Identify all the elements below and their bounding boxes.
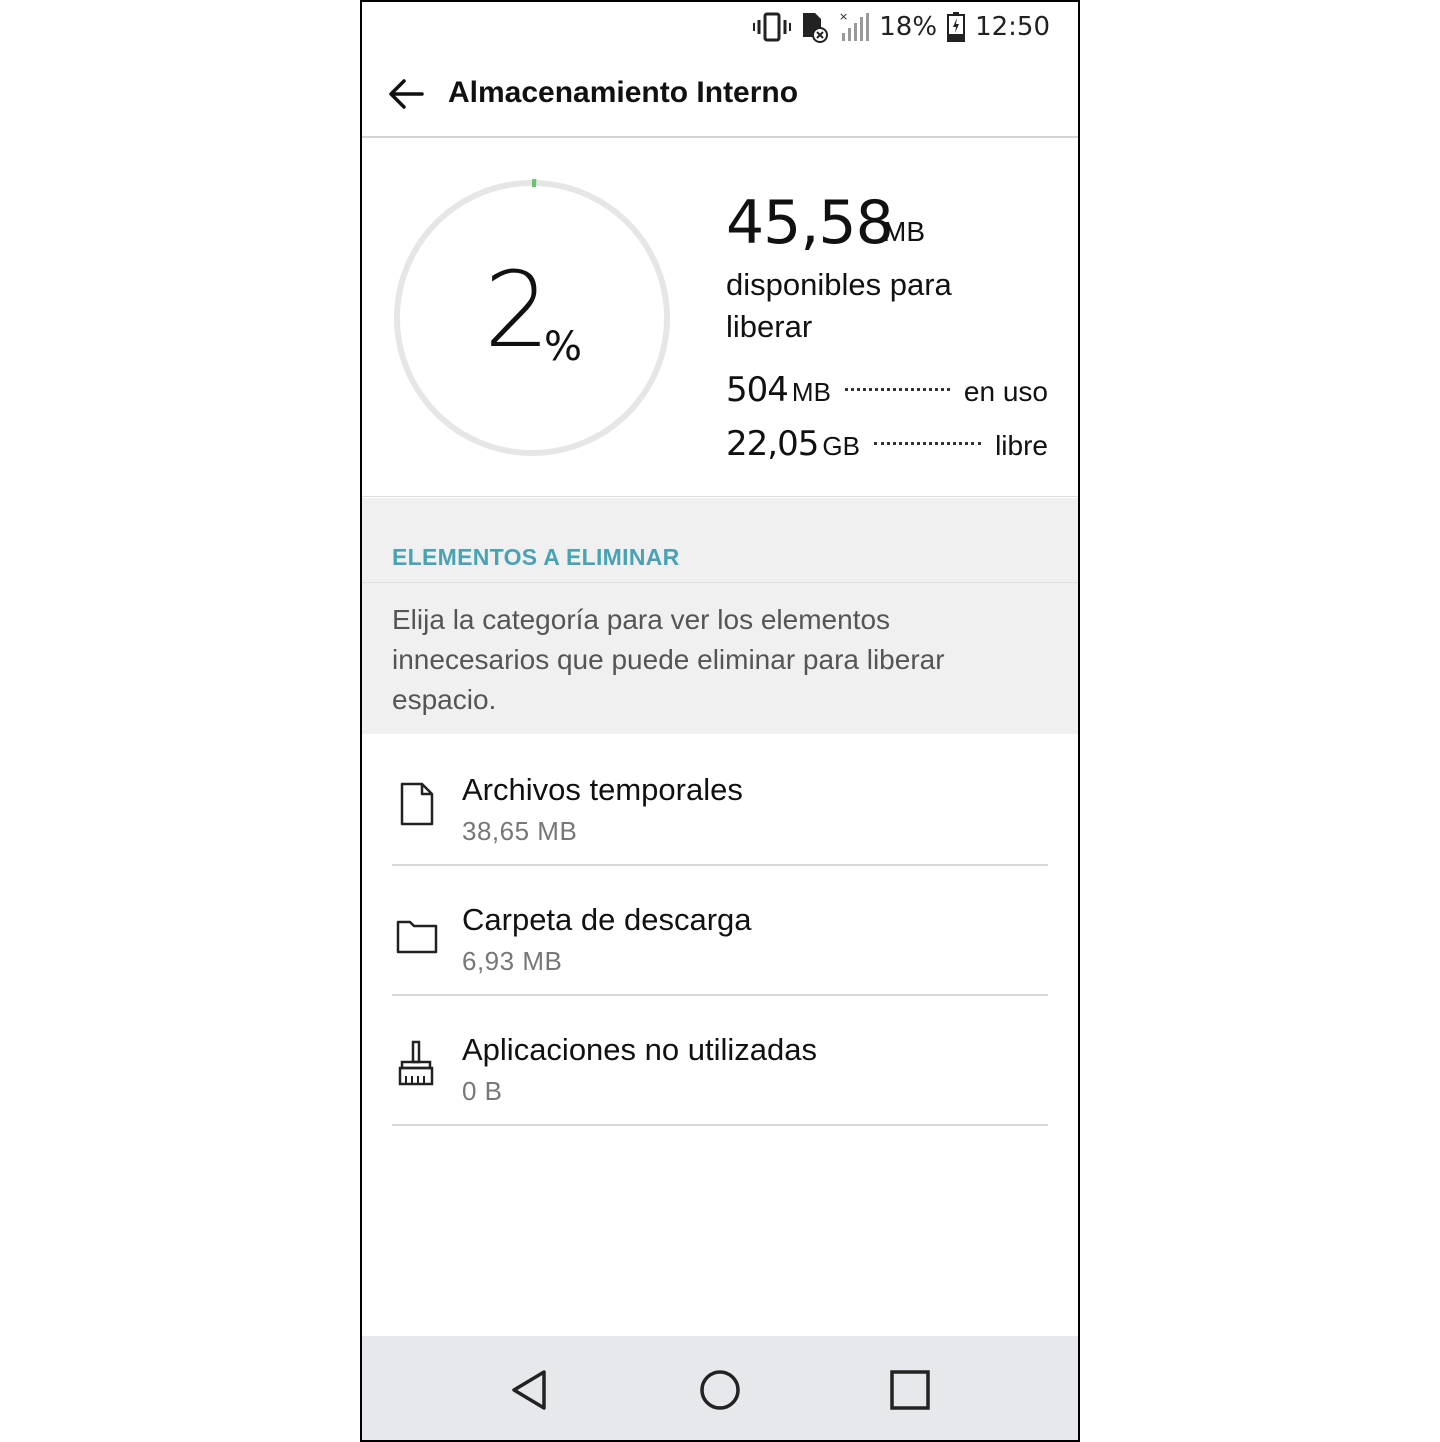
in-use-row: 504 MB en uso [726, 370, 1048, 410]
usage-percent-value: 2 [484, 249, 550, 371]
svg-text:×: × [839, 11, 848, 23]
storage-summary: 2 % 45,58 MB disponibles para liberar 50… [362, 138, 1078, 497]
in-use-label: en uso [963, 376, 1048, 407]
list-item-title: Archivos temporales [462, 772, 743, 807]
sim-error-icon [803, 13, 829, 43]
dotted-leader [873, 442, 982, 445]
items-to-delete-section: ELEMENTOS A ELIMINAR Elija la categoría … [362, 498, 1078, 734]
vibrate-icon [753, 12, 792, 42]
nav-back-icon[interactable] [506, 1366, 554, 1414]
navigation-bar [362, 1336, 1078, 1440]
nav-home-icon[interactable] [696, 1366, 744, 1414]
section-description: Elija la categoría para ver los elemento… [392, 604, 945, 715]
list-item-size: 6,93 MB [462, 946, 563, 976]
file-icon [400, 782, 434, 826]
phone-screen: × 18% 12:50 Almacenamiento Interno 2 % 4… [360, 0, 1080, 1442]
releasable-size-unit: MB [883, 216, 925, 247]
divider [362, 582, 1078, 583]
broom-icon [398, 1040, 434, 1086]
list-item-title: Carpeta de descarga [462, 902, 752, 937]
free-value: 22,05 [726, 424, 819, 464]
in-use-value: 504 [726, 370, 789, 410]
folder-icon [396, 920, 438, 954]
list-item-temp-files[interactable]: Archivos temporales 38,65 MB [392, 736, 1048, 866]
list-item-title: Aplicaciones no utilizadas [462, 1032, 817, 1067]
battery-charging-icon [947, 12, 966, 42]
section-title: ELEMENTOS A ELIMINAR [392, 544, 680, 570]
free-row: 22,05 GB libre [726, 424, 1048, 464]
usage-percent-sign: % [544, 324, 583, 370]
category-list: Archivos temporales 38,65 MB Carpeta de … [392, 736, 1048, 1126]
list-item-size: 0 B [462, 1076, 503, 1106]
free-label: libre [995, 430, 1048, 461]
dotted-leader [844, 388, 950, 391]
releasable-description: disponibles para liberar [726, 267, 952, 344]
in-use-unit: MB [791, 377, 831, 407]
nav-recents-icon[interactable] [886, 1366, 934, 1414]
list-item-download-folder[interactable]: Carpeta de descarga 6,93 MB [392, 866, 1048, 996]
releasable-size-value: 45,58 [726, 188, 894, 258]
list-item-size: 38,65 MB [462, 816, 578, 846]
clock: 12:50 [975, 12, 1050, 42]
list-item-unused-apps[interactable]: Aplicaciones no utilizadas 0 B [392, 996, 1048, 1126]
status-icons: × 18% 12:50 [753, 8, 1050, 46]
signal-icon: × [839, 11, 870, 41]
app-bar: Almacenamiento Interno [362, 52, 1078, 138]
free-unit: GB [822, 431, 860, 461]
battery-percent: 18% [879, 12, 938, 42]
arrow-back-icon[interactable] [386, 74, 426, 114]
page-title: Almacenamiento Interno [448, 76, 799, 109]
status-bar: × 18% 12:50 [362, 2, 1078, 52]
